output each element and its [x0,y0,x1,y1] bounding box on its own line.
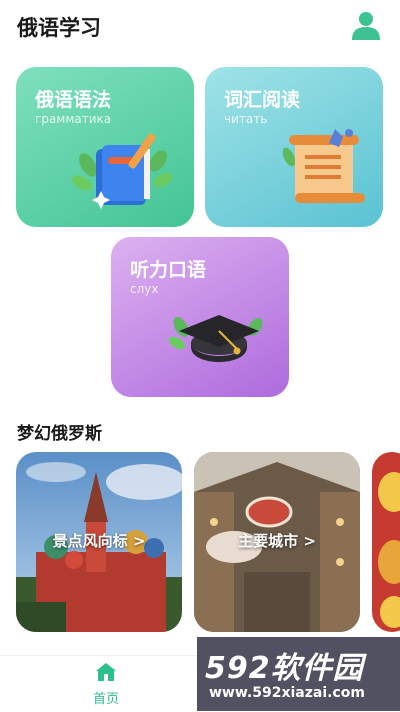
card-grammar[interactable]: 俄语语法 грамматика [16,67,194,227]
card-listening-subtitle: слух [130,282,159,296]
user-icon[interactable] [350,9,382,41]
card-listening[interactable]: 听力口语 слух [111,237,289,397]
card-vocab-subtitle: читать [224,112,268,126]
book-icon [72,133,173,209]
photo-card-cities[interactable]: 主要城市 > [194,452,360,632]
photo-card-partial[interactable] [372,452,400,632]
tab-home[interactable]: 首页 [76,662,136,710]
photo-card-landmarks[interactable]: 景点风向标 > [16,452,182,632]
card-vocab-title: 词汇阅读 [224,89,301,111]
matryoshka-photo [372,452,400,632]
card-vocab[interactable]: 词汇阅读 читать [205,67,383,227]
home-icon [96,663,116,681]
card-listening-title: 听力口语 [130,259,207,281]
card-grammar-subtitle: грамматика [35,112,112,126]
graduation-cap-icon [168,315,263,362]
scroll-icon [282,129,365,203]
card-grammar-title: 俄语语法 [35,89,112,111]
app-header: 俄语学习 [0,0,400,56]
photo-landmarks-label: 景点风向标 > [52,532,146,550]
app-title: 俄语学习 [17,16,101,40]
watermark-brand: 592软件园 [205,651,364,686]
watermark: 592软件园 www.592xiazai.com [197,637,400,711]
photo-cities-label: 主要城市 > [238,532,316,550]
watermark-url: www.592xiazai.com [209,685,365,701]
tab-home-label: 首页 [92,692,119,707]
section-title: 梦幻俄罗斯 [17,424,102,444]
